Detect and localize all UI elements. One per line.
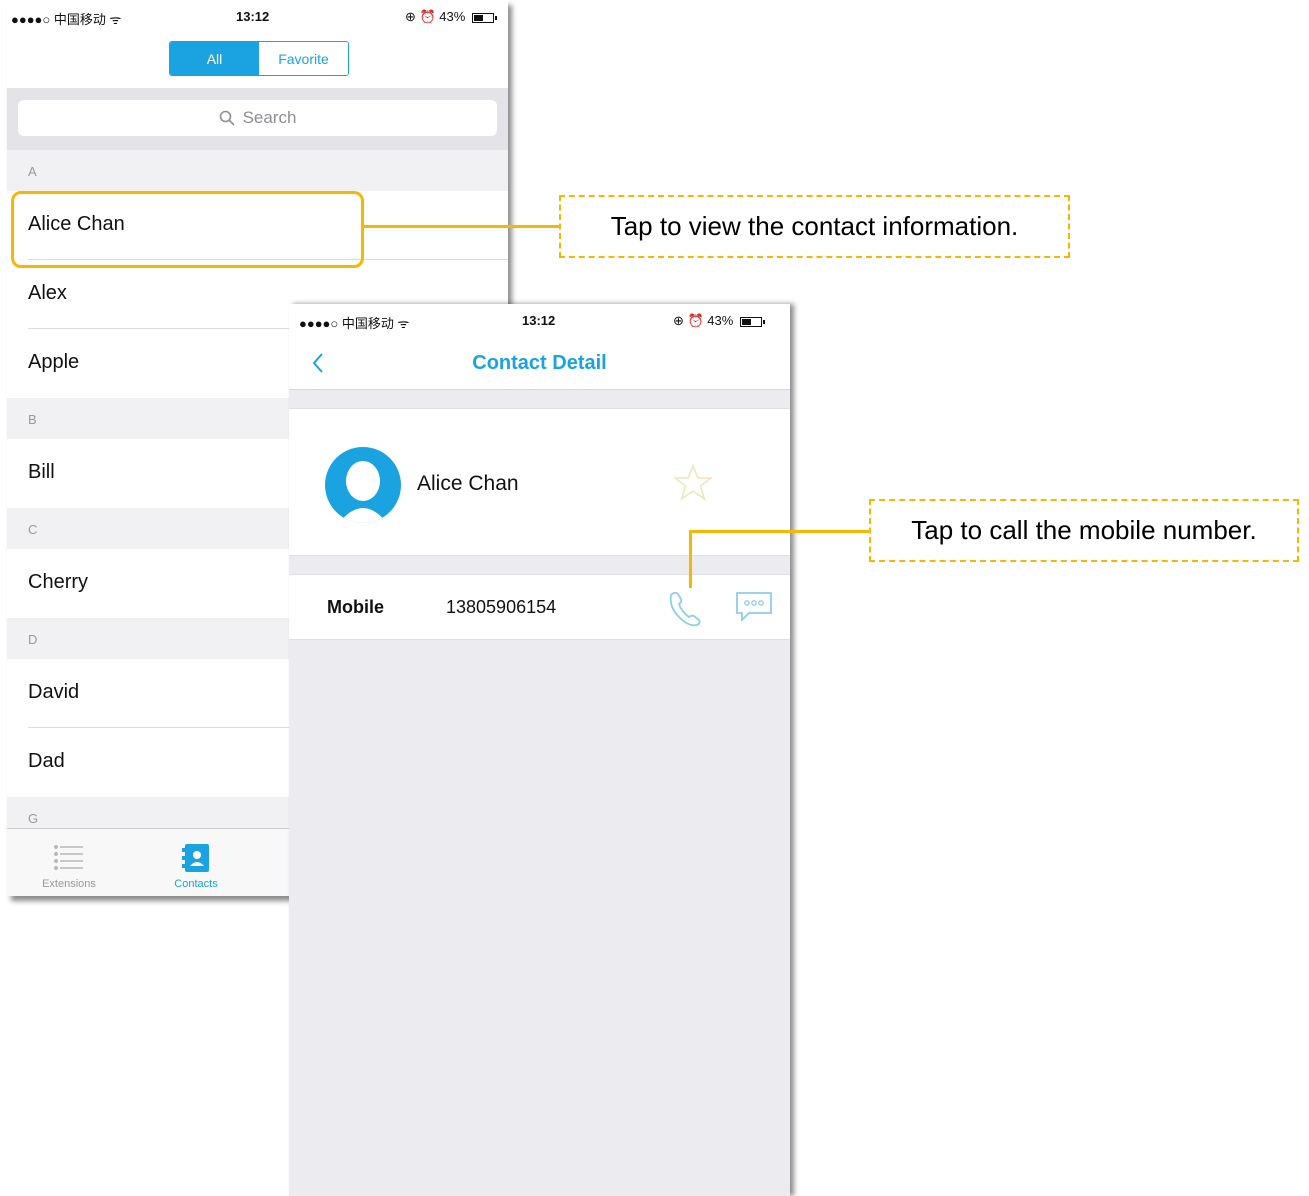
list-icon <box>54 845 83 870</box>
status-indicators: ⊕ ⏰ 43% <box>405 9 466 24</box>
battery-icon <box>739 316 765 327</box>
avatar <box>325 447 401 523</box>
filter-segmented-control: All Favorite <box>169 41 349 76</box>
contact-name: David <box>28 681 80 703</box>
favorite-star-icon[interactable] <box>672 463 714 508</box>
status-time: 13:12 <box>236 9 270 24</box>
contacts-book-icon <box>182 844 209 872</box>
search-input[interactable]: Search <box>18 100 497 136</box>
carrier-label: ●●●●○ 中国移动 ᯤ <box>11 12 122 27</box>
person-icon <box>339 461 387 523</box>
contact-name: Apple <box>28 351 80 373</box>
status-time: 13:12 <box>522 313 556 328</box>
contact-name: Alice Chan <box>417 472 519 495</box>
contact-name: Alex <box>28 282 67 304</box>
alice-chan-highlight <box>11 191 364 268</box>
search-bar: Search <box>7 88 508 150</box>
section-header-a: A <box>7 150 508 191</box>
connector-line-call-v <box>689 530 692 588</box>
tab-extensions[interactable]: Extensions <box>34 843 104 890</box>
mobile-row: Mobile 13805906154 <box>289 574 790 640</box>
status-right: ⊕ ⏰ 43% <box>405 9 497 25</box>
contact-name: Bill <box>28 461 55 483</box>
mobile-label: Mobile <box>327 597 384 617</box>
chat-bubble-icon <box>736 592 772 623</box>
profile-card: Alice Chan <box>289 408 790 556</box>
carrier-label: ●●●●○ 中国移动 ᯤ <box>299 316 410 331</box>
message-button[interactable] <box>735 591 773 630</box>
callout-call-mobile: Tap to call the mobile number. <box>869 499 1299 562</box>
status-bar: ●●●●○ 中国移动 ᯤ 13:12 ⊕ ⏰ 43% <box>289 304 790 338</box>
tab-contacts-label: Contacts <box>174 878 218 890</box>
search-icon <box>219 110 235 126</box>
contact-detail-screen: ●●●●○ 中国移动 ᯤ 13:12 ⊕ ⏰ 43% Contact Detai… <box>289 304 790 1196</box>
battery-icon <box>471 12 497 23</box>
connector-line-call-h <box>690 530 870 533</box>
connector-line-view <box>364 225 559 228</box>
status-right: ⊕ ⏰ 43% <box>673 313 765 329</box>
status-bar: ●●●●○ 中国移动 ᯤ 13:12 ⊕ ⏰ 43% <box>7 0 508 34</box>
tab-contacts[interactable]: Contacts <box>163 843 229 890</box>
mobile-number: 13805906154 <box>446 597 557 617</box>
segment-all[interactable]: All <box>170 42 259 75</box>
segment-favorite[interactable]: Favorite <box>259 42 348 75</box>
tab-extensions-label: Extensions <box>42 878 96 890</box>
callout-view-info: Tap to view the contact information. <box>559 195 1070 258</box>
page-title: Contact Detail <box>472 352 607 374</box>
phone-icon <box>669 591 701 627</box>
nav-bar: Contact Detail <box>289 338 790 390</box>
call-button[interactable] <box>665 589 705 632</box>
contact-name: Dad <box>28 750 65 772</box>
contact-name: Cherry <box>28 571 89 593</box>
search-placeholder: Search <box>242 108 297 127</box>
status-indicators: ⊕ ⏰ 43% <box>673 313 734 328</box>
